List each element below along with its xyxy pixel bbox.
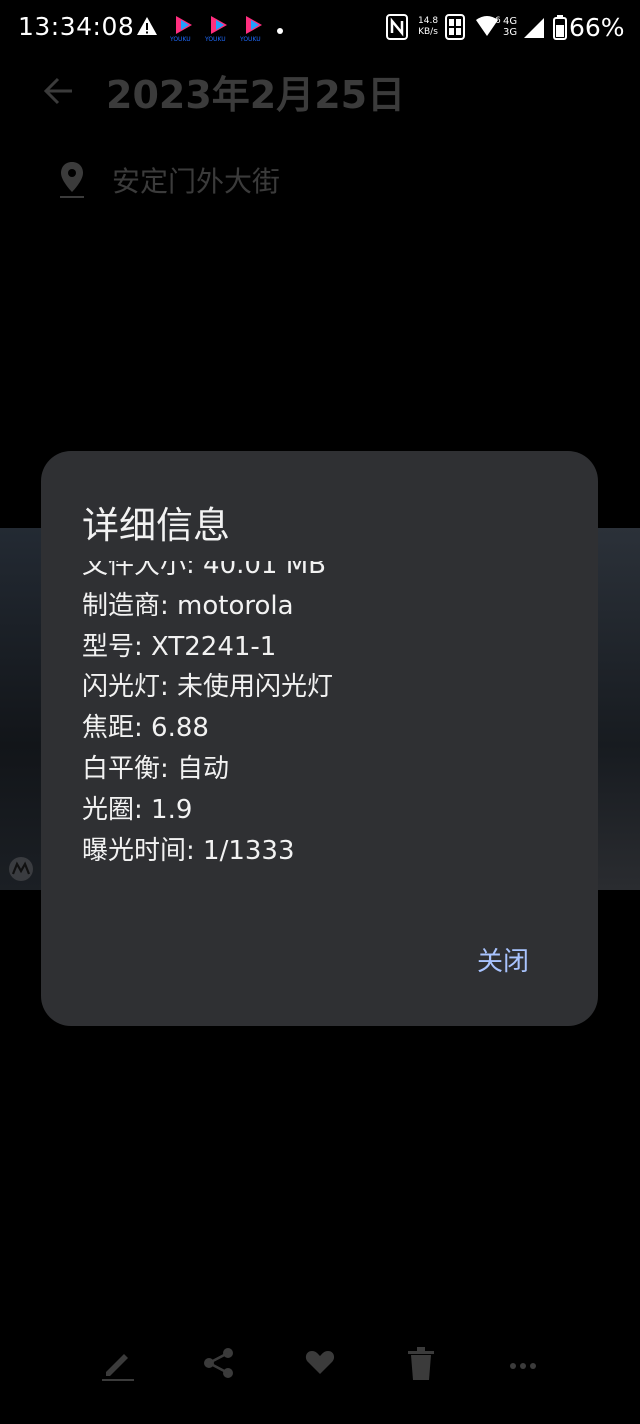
location-pin-icon (58, 160, 86, 204)
share-icon[interactable] (202, 1346, 236, 1384)
edit-icon[interactable] (100, 1346, 136, 1386)
detail-row-focal-length: 焦距: 6.88 (82, 713, 209, 744)
detail-row-white-balance: 白平衡: 自动 (82, 753, 230, 784)
detail-row-file-size: 文件大小: 40.01 MB (82, 561, 326, 580)
favorite-icon[interactable] (304, 1346, 336, 1382)
detail-row-flash: 闪光灯: 未使用闪光灯 (82, 672, 334, 703)
motorola-logo-icon (8, 856, 34, 886)
details-list: 文件大小: 40.01 MB 制造商: motorola 型号: XT2241-… (82, 561, 333, 871)
details-dialog: 详细信息 文件大小: 40.01 MB 制造商: motorola 型号: XT… (41, 451, 598, 1026)
photo-edge-left (0, 528, 44, 890)
details-scroll-area[interactable]: 文件大小: 40.01 MB 制造商: motorola 型号: XT2241-… (82, 561, 562, 891)
page-title: 2023年2月25日 (106, 73, 406, 117)
location-text[interactable]: 安定门外大街 (112, 160, 280, 200)
back-arrow-icon[interactable] (42, 74, 76, 112)
close-button[interactable]: 关闭 (477, 941, 529, 978)
detail-row-exposure-time: 曝光时间: 1/1333 (82, 835, 295, 866)
detail-row-manufacturer: 制造商: motorola (82, 590, 294, 621)
more-icon[interactable] (508, 1346, 538, 1380)
dialog-title: 详细信息 (82, 504, 230, 547)
detail-row-aperture: 光圈: 1.9 (82, 794, 193, 825)
delete-icon[interactable] (406, 1346, 436, 1386)
bottom-toolbar (0, 1330, 640, 1400)
detail-row-model: 型号: XT2241-1 (82, 631, 277, 662)
photo-edge-right (596, 528, 640, 890)
